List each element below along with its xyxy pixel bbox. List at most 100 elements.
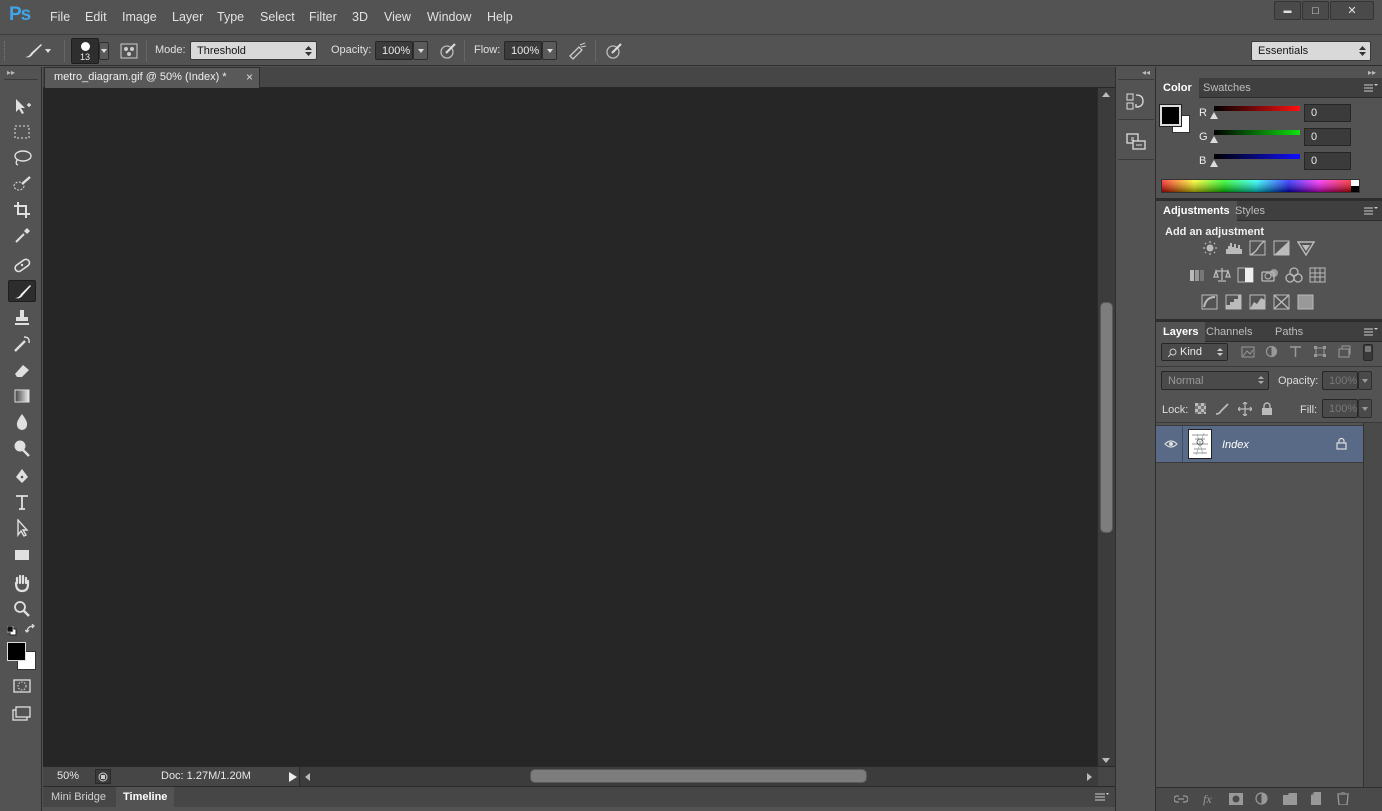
color-balance-icon[interactable]	[1213, 267, 1231, 283]
menu-filter[interactable]: Filter	[309, 10, 337, 24]
lock-transparent-icon[interactable]	[1195, 403, 1206, 414]
fill-input[interactable]: 100%	[1322, 399, 1358, 418]
pen-tool[interactable]	[8, 465, 36, 487]
shape-tool[interactable]	[8, 544, 36, 566]
green-slider-thumb[interactable]	[1210, 136, 1218, 143]
green-value-input[interactable]: 0	[1304, 128, 1351, 146]
panel-menu-icon[interactable]	[1364, 83, 1378, 93]
filter-toggle-switch[interactable]	[1363, 344, 1373, 361]
link-layers-icon[interactable]	[1174, 794, 1188, 804]
color-spectrum-ramp[interactable]	[1161, 179, 1360, 193]
minimize-button[interactable]: ▬	[1274, 1, 1301, 20]
levels-icon[interactable]	[1225, 240, 1243, 256]
blue-slider-track[interactable]	[1214, 154, 1300, 159]
smart-object-filter-icon[interactable]	[1337, 345, 1351, 358]
type-tool[interactable]	[8, 491, 36, 513]
shape-filter-icon[interactable]	[1313, 345, 1327, 358]
photo-filter-icon[interactable]	[1261, 267, 1279, 283]
document-tab[interactable]: metro_diagram.gif @ 50% (Index) * ×	[44, 67, 260, 88]
channel-mixer-icon[interactable]	[1285, 267, 1303, 283]
lasso-tool[interactable]	[8, 147, 36, 169]
panel-menu-icon[interactable]	[1095, 793, 1109, 802]
gradient-tool[interactable]	[8, 385, 36, 407]
pressure-opacity-toggle[interactable]	[438, 41, 458, 61]
tab-mini-bridge[interactable]: Mini Bridge	[44, 787, 113, 808]
new-group-icon[interactable]	[1283, 793, 1297, 805]
blur-tool[interactable]	[8, 411, 36, 433]
zoom-level[interactable]: 50%	[57, 770, 79, 782]
invert-icon[interactable]	[1201, 294, 1219, 310]
path-selection-tool[interactable]	[8, 517, 36, 539]
blue-slider-thumb[interactable]	[1210, 160, 1218, 167]
crop-tool[interactable]	[8, 199, 36, 221]
move-tool[interactable]	[8, 95, 36, 117]
opacity-dropdown[interactable]	[413, 41, 428, 60]
exposure-icon[interactable]	[1273, 240, 1291, 256]
vibrance-icon[interactable]	[1297, 240, 1315, 256]
hue-saturation-icon[interactable]	[1189, 267, 1207, 283]
collapse-tools-icon[interactable]: ▸▸	[7, 68, 15, 77]
menu-window[interactable]: Window	[427, 10, 471, 24]
scroll-down-icon[interactable]	[1102, 758, 1110, 763]
clone-stamp-tool[interactable]	[8, 307, 36, 329]
menu-select[interactable]: Select	[260, 10, 295, 24]
scroll-left-icon[interactable]	[305, 773, 310, 781]
brush-panel-toggle[interactable]	[119, 41, 139, 61]
lock-pixels-icon[interactable]	[1215, 402, 1229, 415]
marquee-tool[interactable]	[8, 121, 36, 143]
tool-preset-picker[interactable]	[22, 40, 60, 62]
threshold-icon[interactable]	[1249, 294, 1267, 310]
pressure-size-toggle[interactable]	[604, 41, 624, 61]
quick-mask-button[interactable]	[8, 675, 36, 697]
tab-adjustments[interactable]: Adjustments	[1156, 201, 1237, 221]
layer-style-fx-icon[interactable]: fx	[1203, 792, 1212, 807]
menu-layer[interactable]: Layer	[172, 10, 203, 24]
share-button[interactable]	[95, 769, 111, 784]
adjustment-filter-icon[interactable]	[1265, 345, 1278, 358]
collapse-panels-icon[interactable]: ▸▸	[1368, 68, 1376, 77]
menu-image[interactable]: Image	[122, 10, 157, 24]
menu-help[interactable]: Help	[487, 10, 513, 24]
blue-value-input[interactable]: 0	[1304, 152, 1351, 170]
default-colors-button[interactable]	[7, 626, 17, 636]
tab-color[interactable]: Color	[1156, 78, 1199, 98]
layer-mask-icon[interactable]	[1229, 793, 1243, 805]
swap-colors-button[interactable]	[25, 624, 37, 636]
blend-mode-select[interactable]: Normal	[1161, 371, 1269, 390]
brush-size-picker[interactable]: 13	[71, 38, 99, 64]
hand-tool[interactable]	[8, 572, 36, 594]
new-layer-icon[interactable]	[1311, 792, 1323, 805]
scroll-up-icon[interactable]	[1102, 92, 1110, 97]
red-slider-thumb[interactable]	[1210, 112, 1218, 119]
eraser-tool[interactable]	[8, 359, 36, 381]
gradient-map-icon[interactable]	[1273, 294, 1291, 310]
brightness-contrast-icon[interactable]	[1201, 240, 1219, 256]
tab-styles[interactable]: Styles	[1228, 201, 1272, 221]
color-lookup-icon[interactable]	[1309, 267, 1327, 283]
layer-row[interactable]: Index	[1156, 425, 1363, 463]
vertical-scrollbar[interactable]	[1097, 88, 1115, 766]
brush-size-dropdown[interactable]	[99, 42, 109, 60]
eye-icon[interactable]	[1164, 439, 1178, 449]
properties-panel-button[interactable]	[1125, 130, 1147, 152]
layer-opacity-dropdown[interactable]	[1358, 371, 1372, 390]
tab-swatches[interactable]: Swatches	[1196, 78, 1258, 98]
quick-selection-tool[interactable]	[8, 173, 36, 195]
posterize-icon[interactable]	[1225, 294, 1243, 310]
close-window-button[interactable]: ✕	[1330, 1, 1374, 20]
new-adjustment-layer-icon[interactable]	[1255, 792, 1268, 805]
status-menu-arrow-icon[interactable]	[289, 772, 297, 782]
opacity-input[interactable]: 100%	[375, 41, 413, 60]
layer-filter-select[interactable]: Kind	[1161, 343, 1228, 361]
pixel-filter-icon[interactable]	[1241, 346, 1255, 358]
screen-mode-button[interactable]	[8, 703, 36, 725]
layer-name[interactable]: Index	[1222, 439, 1249, 451]
lock-all-icon[interactable]	[1261, 402, 1273, 415]
curves-icon[interactable]	[1249, 240, 1267, 256]
flow-input[interactable]: 100%	[504, 41, 542, 60]
layers-scrollbar[interactable]	[1363, 423, 1382, 789]
foreground-color-swatch[interactable]	[1159, 104, 1182, 127]
menu-type[interactable]: Type	[217, 10, 244, 24]
layer-opacity-input[interactable]: 100%	[1322, 371, 1358, 390]
black-white-icon[interactable]	[1237, 267, 1255, 283]
